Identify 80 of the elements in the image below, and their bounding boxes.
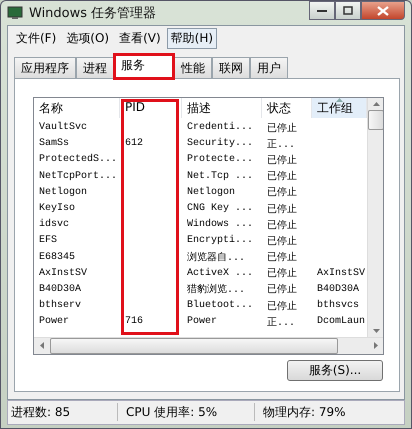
table-cell: SamSs	[39, 138, 70, 150]
table-cell: Bluetoot...	[187, 300, 254, 312]
maximize-button[interactable]	[335, 1, 361, 20]
table-cell: Protecte...	[187, 154, 254, 166]
table-cell: 已停止	[267, 253, 297, 264]
table-cell: 已停止	[267, 204, 297, 216]
table-cell: 已停止	[267, 188, 297, 200]
table-cell: 正...	[267, 318, 296, 329]
close-icon	[377, 6, 389, 16]
scroll-thumb[interactable]	[368, 110, 383, 130]
table-cell: AxInstSV	[39, 268, 88, 279]
services-button[interactable]: 服务(S)...	[287, 360, 383, 380]
tab[interactable]: 用户	[250, 56, 288, 78]
scroll-right-icon[interactable]	[374, 342, 378, 349]
table-cell: 猎豹浏览...	[187, 285, 246, 296]
table-cell: Net.Tcp ...	[187, 170, 254, 182]
menu-item[interactable]: 文件(F)	[12, 28, 60, 48]
table-cell: AxInstSV	[317, 268, 366, 279]
table-cell: bthsvcs	[317, 300, 360, 312]
table-cell: CNG Key ...	[187, 203, 254, 214]
table-cell: idsvc	[39, 219, 70, 230]
tab[interactable]: 服务	[114, 54, 174, 78]
menu-item[interactable]: 查看(V)	[115, 28, 165, 48]
tab[interactable]: 进程	[76, 56, 114, 78]
table-cell: 已停止	[267, 172, 297, 184]
table-cell: NetTcpPort...	[39, 170, 118, 182]
status-text: 物理内存: 79%	[262, 404, 346, 422]
table-cell: KeyIso	[39, 203, 76, 214]
table-cell: 已停止	[267, 269, 297, 280]
table-cell: Netlogon	[187, 186, 236, 198]
minimize-button[interactable]	[309, 1, 335, 20]
table-cell: 已停止	[267, 236, 297, 248]
table-cell: DcomLaun	[317, 316, 366, 328]
table-cell: 已停止	[267, 285, 297, 296]
maximize-icon	[343, 6, 353, 15]
table-cell: B40D30A	[317, 284, 360, 295]
table-cell: Windows ...	[187, 219, 254, 230]
horizontal-scrollbar[interactable]	[34, 336, 383, 354]
table-cell: Netlogon	[39, 186, 88, 198]
table-cell: Credenti...	[187, 122, 254, 134]
table-cell: Encrypti...	[187, 235, 254, 246]
column-header[interactable]: PID	[120, 98, 182, 118]
tab[interactable]: 联网	[212, 56, 250, 78]
table-cell: E68345	[39, 252, 76, 263]
table-cell: EFS	[39, 235, 58, 246]
scroll-up-icon[interactable]	[372, 102, 380, 106]
table-cell: ActiveX ...	[187, 268, 254, 279]
menu-item[interactable]: 选项(O)	[62, 28, 114, 48]
table-cell: 浏览器自...	[187, 253, 246, 264]
window-title: Windows 任务管理器	[29, 4, 156, 22]
column-header[interactable]: 名称	[34, 98, 120, 118]
table-cell: 已停止	[267, 124, 297, 135]
table-cell: ProtectedS...	[39, 154, 118, 166]
table-cell: 716	[125, 316, 144, 328]
table-cell: VaultSvc	[39, 122, 88, 134]
monitor-icon	[7, 6, 23, 20]
table-cell: Security...	[187, 138, 254, 150]
menu-item[interactable]: 帮助(H)	[166, 28, 218, 48]
table-cell: 612	[125, 138, 144, 150]
scroll-thumb[interactable]	[50, 338, 338, 354]
table-cell: 已停止	[267, 156, 297, 167]
column-header[interactable]: 描述	[182, 98, 262, 118]
status-text: 进程数: 85	[8, 403, 118, 422]
tab[interactable]: 应用程序	[14, 56, 76, 78]
table-cell: B40D30A	[39, 284, 82, 295]
scroll-left-icon[interactable]	[40, 342, 44, 349]
table-cell: Power	[187, 316, 218, 328]
status-text: CPU 使用率: 5%	[118, 403, 255, 422]
table-cell: Power	[39, 316, 70, 328]
column-header[interactable]: 工作组	[312, 98, 367, 118]
table-cell: bthserv	[39, 300, 82, 312]
minimize-icon	[317, 8, 327, 12]
table-cell: 正...	[267, 140, 296, 151]
scroll-down-icon[interactable]	[372, 328, 380, 332]
tab[interactable]: 性能	[174, 56, 212, 78]
vertical-scrollbar[interactable]	[367, 98, 383, 336]
table-cell: 已停止	[267, 302, 297, 313]
sort-arrow-icon	[336, 98, 343, 102]
table-cell: 已停止	[267, 220, 297, 232]
close-button[interactable]	[361, 1, 405, 20]
